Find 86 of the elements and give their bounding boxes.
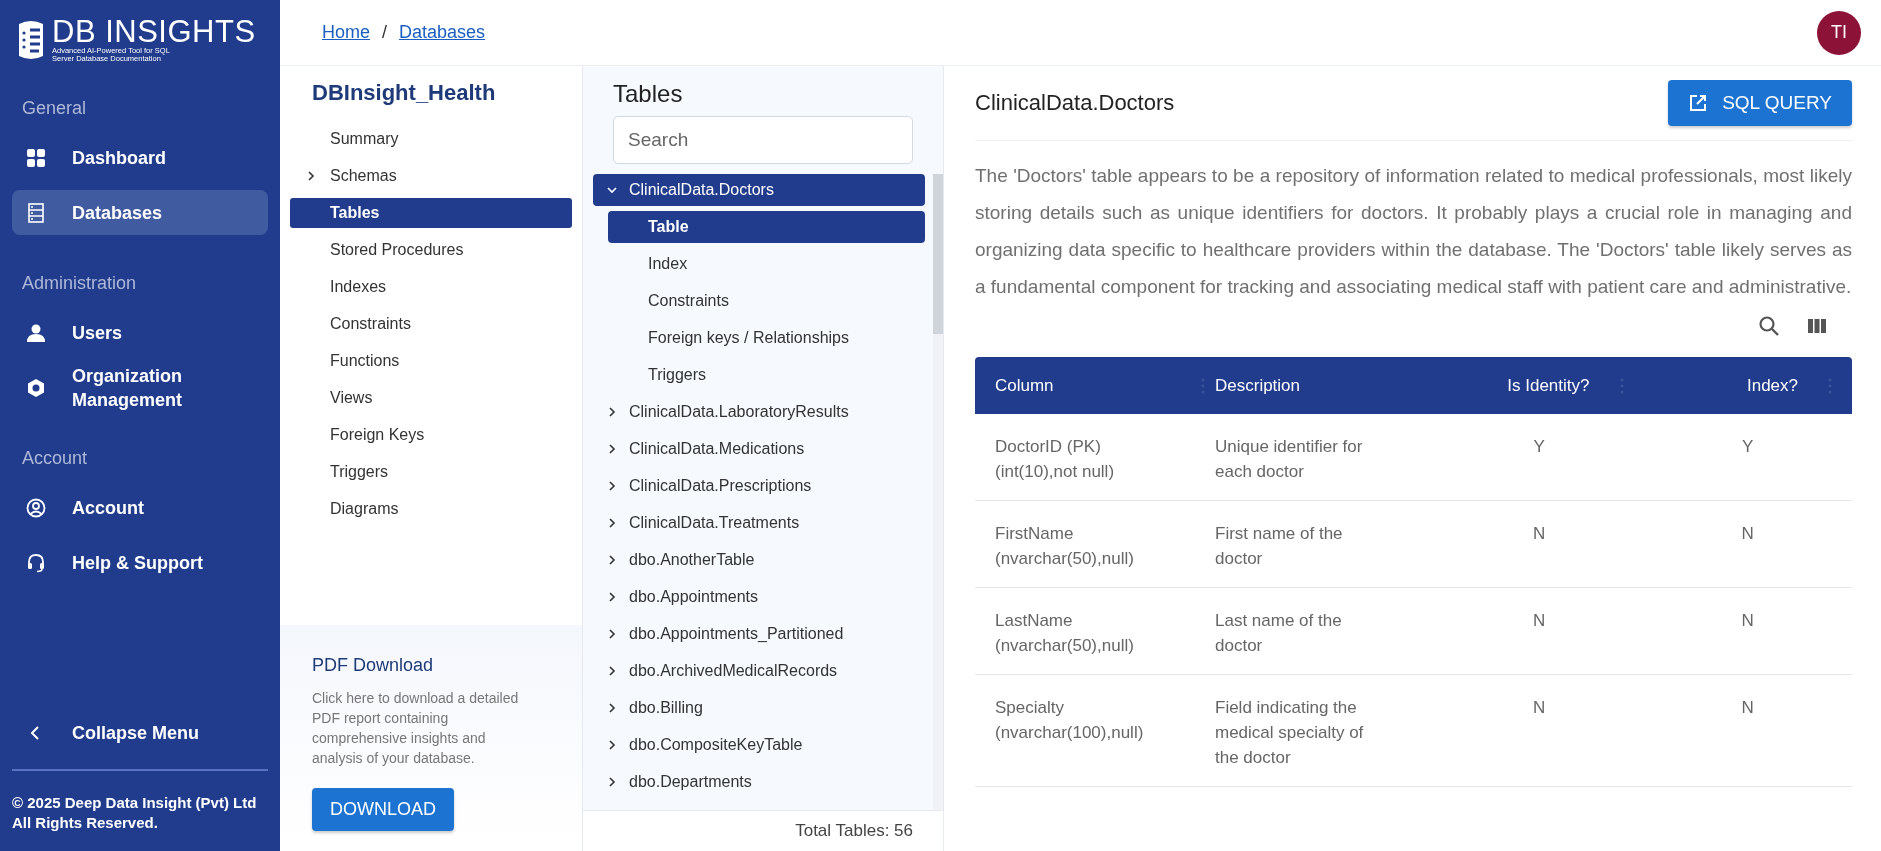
table-cell-text: N: [1532, 697, 1547, 719]
table-cell-text: LastName (nvarchar(50),null): [994, 610, 1135, 657]
breadcrumb-separator: /: [382, 22, 388, 43]
breadcrumb-link[interactable]: Home: [322, 22, 370, 43]
database-menu-item[interactable]: Schemas: [290, 161, 572, 191]
tree-sub-item[interactable]: Index: [608, 248, 925, 280]
database-menu-item[interactable]: Indexes: [290, 272, 572, 302]
table-cell-text: N: [1740, 697, 1755, 719]
table-cell-text: N: [1740, 523, 1755, 545]
panel-title: Tables: [612, 79, 684, 109]
tree-sub-item[interactable]: Triggers: [608, 359, 925, 391]
more-vertical-icon[interactable]: [1619, 377, 1624, 394]
database-menu-item[interactable]: Foreign Keys: [290, 420, 572, 450]
table-description: The 'Doctors' table appears to be a repository of information related to medical professionals, most likely storing details such as unique identifiers for doctors. It probably plays a crucial role in managing and organizing data specific to healthcare providers within the database. The 'Doctors' table likely serves as a fundamental component for tracking and associating medical staff with patient care and administrative.: [975, 164, 1852, 299]
table-cell-text: First name of the doctor: [1214, 523, 1344, 570]
tree-item[interactable]: dbo.Appointments_Partitioned: [593, 618, 925, 650]
collapse-menu-button[interactable]: Collapse Menu: [12, 710, 268, 755]
column-header[interactable]: Column: [995, 375, 1054, 396]
table-cell-text: Y: [1532, 436, 1546, 458]
section-heading: Account: [22, 448, 89, 469]
database-menu-item[interactable]: Summary: [290, 124, 572, 154]
tree-item[interactable]: dbo.ArchivedMedicalRecords: [593, 655, 925, 687]
section-heading: Administration: [22, 273, 138, 294]
search-field[interactable]: Search: [613, 116, 913, 164]
tree-item[interactable]: ClinicalData.Prescriptions: [593, 470, 925, 502]
copyright-text: All Rights Reserved.: [12, 813, 159, 833]
open-external-icon: [1688, 93, 1709, 113]
table-cell-text: Y: [1741, 436, 1755, 458]
database-menu-item[interactable]: Constraints: [290, 309, 572, 339]
table-cell-text: N: [1740, 610, 1755, 632]
copyright-text: © 2025 Deep Data Insight (Pvt) Ltd: [12, 793, 258, 813]
table-cell-text: N: [1532, 523, 1547, 545]
database-logo-icon: [16, 18, 46, 62]
tree-item[interactable]: dbo.AnotherTable: [593, 544, 925, 576]
table-cell-text: Unique identifier for each doctor: [1214, 436, 1364, 483]
table-cell-text: Specialty (nvarchar(100),null): [994, 697, 1145, 744]
user-avatar[interactable]: TI: [1817, 10, 1861, 55]
nav-item[interactable]: Account: [12, 485, 268, 530]
column-header[interactable]: Description: [1215, 375, 1301, 396]
tree-item[interactable]: dbo.CompositeKeyTable: [593, 729, 925, 761]
card-description: Click here to download a detailed PDF report containing comprehensive insights and analysis of your database.: [312, 689, 520, 768]
total-tables-count: Total Tables: 56: [583, 810, 943, 851]
user-icon: [26, 322, 46, 343]
table-cell-text: FirstName (nvarchar(50),null): [994, 523, 1135, 570]
tree-item[interactable]: ClinicalData.Medications: [593, 433, 925, 465]
table-cell-text: N: [1532, 610, 1547, 632]
card-title: PDF Download: [312, 655, 435, 676]
database-title: DBInsight_Health: [311, 79, 497, 107]
section-heading: General: [22, 98, 88, 119]
nav-item[interactable]: Help & Support: [12, 540, 268, 585]
tree-item[interactable]: ClinicalData.Doctors: [593, 174, 925, 206]
database-menu-item[interactable]: Triggers: [290, 457, 572, 487]
tree-item[interactable]: ClinicalData.Treatments: [593, 507, 925, 539]
table-title: ClinicalData.Doctors: [975, 90, 1175, 116]
database-menu-item[interactable]: Views: [290, 383, 572, 413]
server-icon: [26, 202, 46, 223]
account-icon: [26, 497, 46, 518]
sql-query-button[interactable]: SQL QUERY: [1668, 80, 1852, 126]
tree-item[interactable]: dbo.Departments: [593, 766, 925, 798]
database-menu-item[interactable]: Tables: [290, 198, 572, 228]
column-header[interactable]: Index?: [1746, 375, 1798, 396]
database-menu-item[interactable]: Diagrams: [290, 494, 572, 524]
scrollbar-thumb[interactable]: [933, 174, 943, 334]
table-cell-text: DoctorID (PK) (int(10),not null): [994, 436, 1116, 483]
column-header[interactable]: Is Identity?: [1507, 375, 1590, 396]
database-menu-item[interactable]: Functions: [290, 346, 572, 376]
tree-sub-item[interactable]: Constraints: [608, 285, 925, 317]
hexagon-icon: [26, 377, 46, 398]
breadcrumb-link[interactable]: Databases: [399, 22, 486, 43]
tree-item[interactable]: ClinicalData.LaboratoryResults: [593, 396, 925, 428]
database-menu-item[interactable]: Stored Procedures: [290, 235, 572, 265]
download-button[interactable]: DOWNLOAD: [312, 788, 454, 831]
nav-item[interactable]: Databases: [12, 190, 268, 235]
table-cell-text: Last name of the doctor: [1214, 610, 1343, 657]
search-icon[interactable]: [1758, 315, 1780, 337]
table-cell-text: Field indicating the medical specialty of the doctor: [1214, 697, 1365, 769]
grid-icon: [26, 147, 46, 168]
tree-sub-item[interactable]: Table: [608, 211, 925, 243]
nav-item[interactable]: Users: [12, 310, 268, 355]
headset-icon: [26, 552, 46, 573]
nav-item[interactable]: Organization Management: [12, 365, 268, 410]
brand-title: DB INSIGHTS: [52, 17, 256, 47]
nav-item[interactable]: Dashboard: [12, 135, 268, 180]
tree-item[interactable]: dbo.Billing: [593, 692, 925, 724]
tree-sub-item[interactable]: Foreign keys / Relationships: [608, 322, 925, 354]
tree-item[interactable]: dbo.Appointments: [593, 581, 925, 613]
